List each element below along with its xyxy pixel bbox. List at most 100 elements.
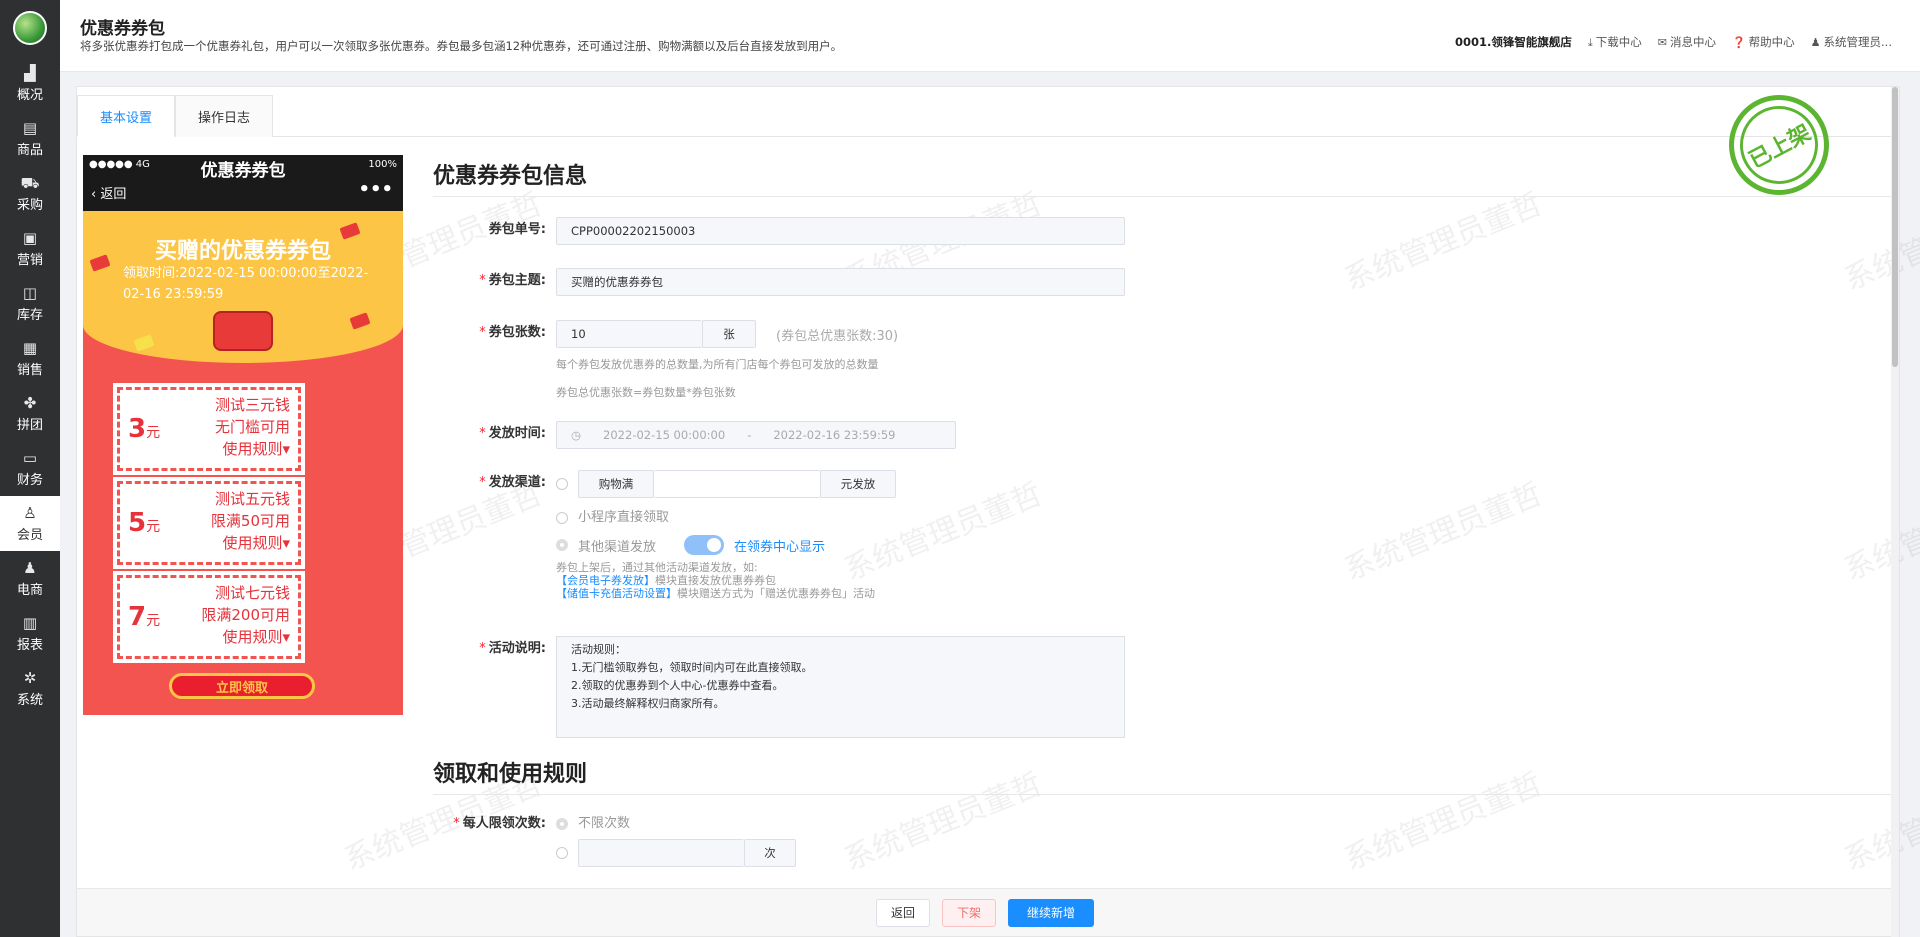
tab-basic-settings[interactable]: 基本设置 — [77, 95, 175, 137]
topbar: 优惠券券包 将多张优惠券打包成一个优惠券礼包，用户可以一次领取多张优惠券。券包最… — [60, 0, 1920, 72]
scrollbar-thumb[interactable] — [1892, 87, 1898, 367]
channel-hint-3-text: 模块赠送方式为「赠送优惠券券包」活动 — [677, 587, 875, 600]
description-textarea[interactable]: 活动规则： 1.无门槛领取券包，领取时间内可在此直接领取。 2.领取的优惠券到个… — [556, 636, 1125, 738]
coupon-amount-value: 5 — [128, 508, 147, 538]
row-theme: * 券包主题: 买赠的优惠券券包 — [433, 268, 1125, 296]
sidebar-item-member[interactable]: ♙ 会员 — [0, 496, 60, 551]
member-coupon-link[interactable]: 【会员电子券发放】 — [556, 574, 655, 587]
caret-down-icon: ▾ — [282, 440, 290, 458]
sidebar-item-ecommerce[interactable]: ♟ 电商 — [0, 551, 60, 606]
row-limit: * 每人限领次数: 不限次数 次 — [433, 811, 796, 867]
coupon-rule-label: 使用规则 — [222, 440, 283, 458]
user-menu[interactable]: ♟ 系统管理员... — [1811, 34, 1892, 50]
required-mark: * — [479, 475, 486, 490]
phone-back-label: 返回 — [100, 187, 127, 202]
chevron-left-icon: ‹ — [91, 187, 97, 202]
coupon-name: 测试五元钱 — [214, 490, 290, 508]
count-group: 10 张 (券包总优惠张数:30) 每个券包发放优惠券的总数量,为所有门店每个券… — [556, 320, 898, 400]
back-button[interactable]: 返回 — [875, 898, 930, 927]
tab-bar: 基本设置 操作日志 — [77, 95, 1893, 137]
time-label-text: 发放时间: — [488, 426, 546, 441]
sidebar-item-report[interactable]: ▥ 报表 — [0, 606, 60, 661]
sidebar-item-inventory[interactable]: ◫ 库存 — [0, 276, 60, 331]
red-envelope-icon — [349, 312, 371, 330]
limit-count-input[interactable] — [578, 839, 744, 867]
sidebar-item-goods[interactable]: ▤ 商品 — [0, 111, 60, 166]
coupon-rule: 使用规则▾ — [215, 438, 290, 460]
count-label: * 券包张数: — [433, 320, 556, 346]
theme-field[interactable]: 买赠的优惠券券包 — [556, 268, 1125, 296]
coupon-condition: 限满200可用 — [201, 606, 290, 624]
count-input[interactable]: 10 — [556, 320, 702, 348]
scrollbar[interactable] — [1891, 87, 1899, 937]
channel-options: 购物满 元发放 小程序直接领取 其他渠道发放 在领券中心显示 券包上架后，通过其他… — [556, 470, 896, 600]
date-range-picker[interactable]: ◷ 2022-02-15 00:00:00 - 2022-02-16 23:59… — [556, 421, 956, 449]
gear-icon: ✲ — [23, 668, 37, 687]
sidebar-item-marketing[interactable]: ▣ 营销 — [0, 221, 60, 276]
show-in-center-toggle[interactable] — [684, 535, 725, 555]
section-title-rules: 领取和使用规则 — [433, 755, 1893, 795]
row-code: 券包单号: CPP00002202150003 — [433, 217, 1125, 245]
channel-other-label: 其他渠道发放 — [578, 539, 657, 555]
sidebar-item-label: 财务 — [16, 472, 43, 488]
download-label: 下载中心 — [1595, 35, 1642, 49]
channel-mini-option: 小程序直接领取 — [556, 506, 896, 525]
channel-buy-option: 购物满 元发放 — [556, 470, 896, 498]
sidebar-item-purchase[interactable]: ⛟ 采购 — [0, 166, 60, 221]
channel-hint-2: 【会员电子券发放】模块直接发放优惠券券包 — [556, 574, 896, 587]
sidebar-item-label: 销售 — [16, 362, 43, 378]
sidebar-item-finance[interactable]: ▭ 财务 — [0, 441, 60, 496]
document-icon: ▤ — [22, 118, 38, 137]
limit-count-option: 次 — [556, 839, 796, 867]
phone-back-button: ‹ 返回 — [91, 183, 126, 202]
code-field[interactable]: CPP00002202150003 — [556, 217, 1125, 245]
sidebar-item-overview[interactable]: ▟ 概况 — [0, 56, 60, 111]
sidebar-item-system[interactable]: ✲ 系统 — [0, 661, 60, 716]
required-mark: * — [479, 325, 486, 340]
download-center-link[interactable]: ⤓ 下载中心 — [1588, 34, 1642, 50]
coupon-amount: 3元 — [128, 414, 160, 444]
sidebar-item-group[interactable]: ✤ 拼团 — [0, 386, 60, 441]
mobile-preview: ●●●●● 4G 优惠券券包 100% ‹ 返回 ••• 买赠的优惠券券包 领取… — [83, 155, 403, 715]
limit-options: 不限次数 次 — [556, 811, 796, 867]
limit-label: * 每人限领次数: — [433, 811, 556, 837]
sidebar: ▟ 概况 ▤ 商品 ⛟ 采购 ▣ 营销 ◫ 库存 ▦ 销售 ✤ 拼团 ▭ 财务 ♙ 会员 ♟ 电商 … — [0, 0, 60, 937]
theme-label: * 券包主题: — [433, 268, 556, 294]
channel-buy-suffix: 元发放 — [820, 470, 896, 498]
offline-button[interactable]: 下架 — [941, 898, 996, 927]
user-icon: ♟ — [1810, 36, 1821, 49]
app-logo[interactable] — [0, 0, 60, 56]
message-center-link[interactable]: ✉ 消息中心 — [1658, 34, 1716, 50]
channel-mini-label: 小程序直接领取 — [578, 510, 670, 525]
channel-label-text: 发放渠道: — [488, 475, 546, 490]
continue-add-button[interactable]: 继续新增 — [1008, 898, 1095, 927]
store-name[interactable]: 0001.领锋智能旗舰店 — [1455, 34, 1572, 50]
claim-now-button: 立即领取 — [169, 673, 315, 699]
desc-label: * 活动说明: — [433, 636, 556, 662]
limit-unlimited-radio[interactable] — [556, 817, 568, 830]
count-hint-1: 每个券包发放优惠券的总数量,为所有门店每个券包可发放的总数量 — [556, 358, 879, 371]
phone-status-bar: ●●●●● 4G 优惠券券包 100% ‹ 返回 ••• — [83, 155, 403, 211]
help-center-link[interactable]: ❓ 帮助中心 — [1732, 34, 1795, 50]
required-mark: * — [453, 816, 460, 831]
channel-other-radio[interactable] — [556, 539, 568, 551]
top-nav: 0001.领锋智能旗舰店 ⤓ 下载中心 ✉ 消息中心 ❓ 帮助中心 ♟ 系统管理员... — [1455, 34, 1892, 50]
grid-icon: ✤ — [23, 393, 37, 412]
channel-mini-radio[interactable] — [556, 511, 568, 524]
wallet-icon: ▭ — [22, 448, 38, 467]
logo-icon — [13, 11, 47, 45]
tab-operation-log[interactable]: 操作日志 — [175, 95, 273, 137]
sidebar-item-label: 系统 — [16, 692, 43, 708]
caret-down-icon: ▾ — [282, 534, 290, 552]
form-footer: 返回 下架 继续新增 — [77, 888, 1893, 936]
channel-buy-radio[interactable] — [556, 478, 568, 490]
limit-count-radio[interactable] — [556, 847, 568, 859]
bag-icon: ▣ — [22, 228, 38, 247]
channel-buy-amount-input[interactable] — [654, 470, 820, 498]
stored-card-link[interactable]: 【储值卡充值活动设置】 — [556, 587, 677, 600]
time-label: * 发放时间: — [433, 421, 556, 447]
channel-hint-1: 券包上架后，通过其他活动渠道发放，如: — [556, 561, 758, 574]
page-description: 将多张优惠券打包成一个优惠券礼包，用户可以一次领取多张优惠券。券包最多包涵12种… — [80, 39, 843, 53]
show-in-center-label: 在领券中心显示 — [734, 539, 826, 555]
sidebar-item-sales[interactable]: ▦ 销售 — [0, 331, 60, 386]
